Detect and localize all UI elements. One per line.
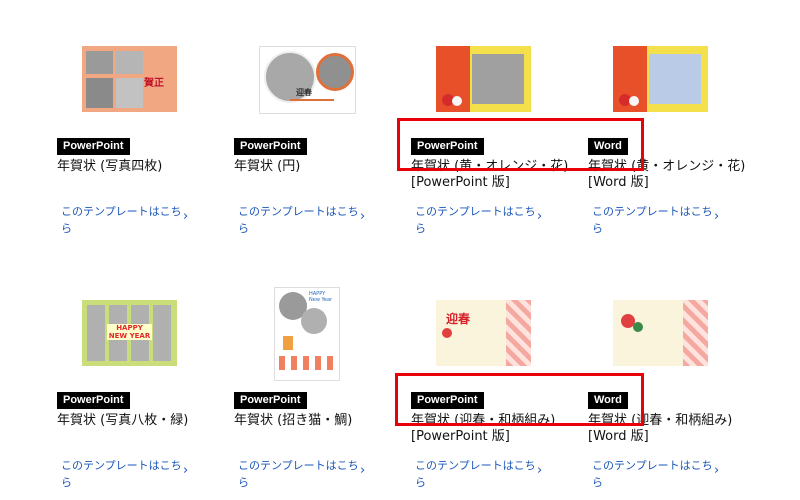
chevron-right-icon[interactable]: › <box>714 463 719 478</box>
template-link[interactable]: このテンプレートはこちら <box>415 203 545 237</box>
chevron-right-icon[interactable]: › <box>714 209 719 224</box>
chevron-right-icon[interactable]: › <box>537 209 542 224</box>
template-link[interactable]: このテンプレートはこちら <box>61 203 191 237</box>
template-title: 年賀状 (招き猫・鯛) <box>234 413 353 428</box>
highlight-box-row1 <box>397 118 644 171</box>
chevron-right-icon[interactable]: › <box>183 209 188 224</box>
template-thumbnail[interactable] <box>613 300 708 366</box>
template-link[interactable]: このテンプレートはこちら <box>592 203 722 237</box>
thumbnail-caption: 迎春 <box>296 88 312 97</box>
template-thumbnail[interactable]: HAPPY NEW YEAR <box>82 300 177 366</box>
template-link[interactable]: このテンプレートはこちら <box>415 457 545 491</box>
chevron-right-icon[interactable]: › <box>537 463 542 478</box>
template-link[interactable]: このテンプレートはこちら <box>238 457 368 491</box>
template-title: 年賀状 (円) <box>234 159 301 174</box>
format-badge: PowerPoint <box>57 138 130 155</box>
highlight-box-row2 <box>395 373 644 426</box>
template-link[interactable]: このテンプレートはこちら <box>238 203 368 237</box>
template-title: 年賀状 (写真四枚) <box>57 159 163 174</box>
format-badge: PowerPoint <box>57 392 130 409</box>
template-thumbnail[interactable]: 迎春 <box>436 300 531 366</box>
template-link[interactable]: このテンプレートはこちら <box>592 457 722 491</box>
thumbnail-caption: HAPPY New Year <box>309 291 333 303</box>
template-title: 年賀状 (写真八枚・緑) <box>57 413 189 428</box>
template-thumbnail[interactable] <box>613 46 708 112</box>
format-badge: PowerPoint <box>234 392 307 409</box>
template-thumbnail[interactable] <box>436 46 531 112</box>
thumbnail-caption: HAPPY NEW YEAR <box>107 324 152 340</box>
chevron-right-icon[interactable]: › <box>183 463 188 478</box>
chevron-right-icon[interactable]: › <box>360 463 365 478</box>
template-thumbnail[interactable]: 賀正 <box>82 46 177 112</box>
template-thumbnail[interactable]: HAPPY New Year <box>274 287 340 381</box>
template-link[interactable]: このテンプレートはこちら <box>61 457 191 491</box>
template-thumbnail[interactable]: 迎春 <box>259 46 356 114</box>
thumbnail-caption: 賀正 <box>144 78 164 89</box>
format-badge: PowerPoint <box>234 138 307 155</box>
thumbnail-caption: 迎春 <box>446 312 471 326</box>
chevron-right-icon[interactable]: › <box>360 209 365 224</box>
